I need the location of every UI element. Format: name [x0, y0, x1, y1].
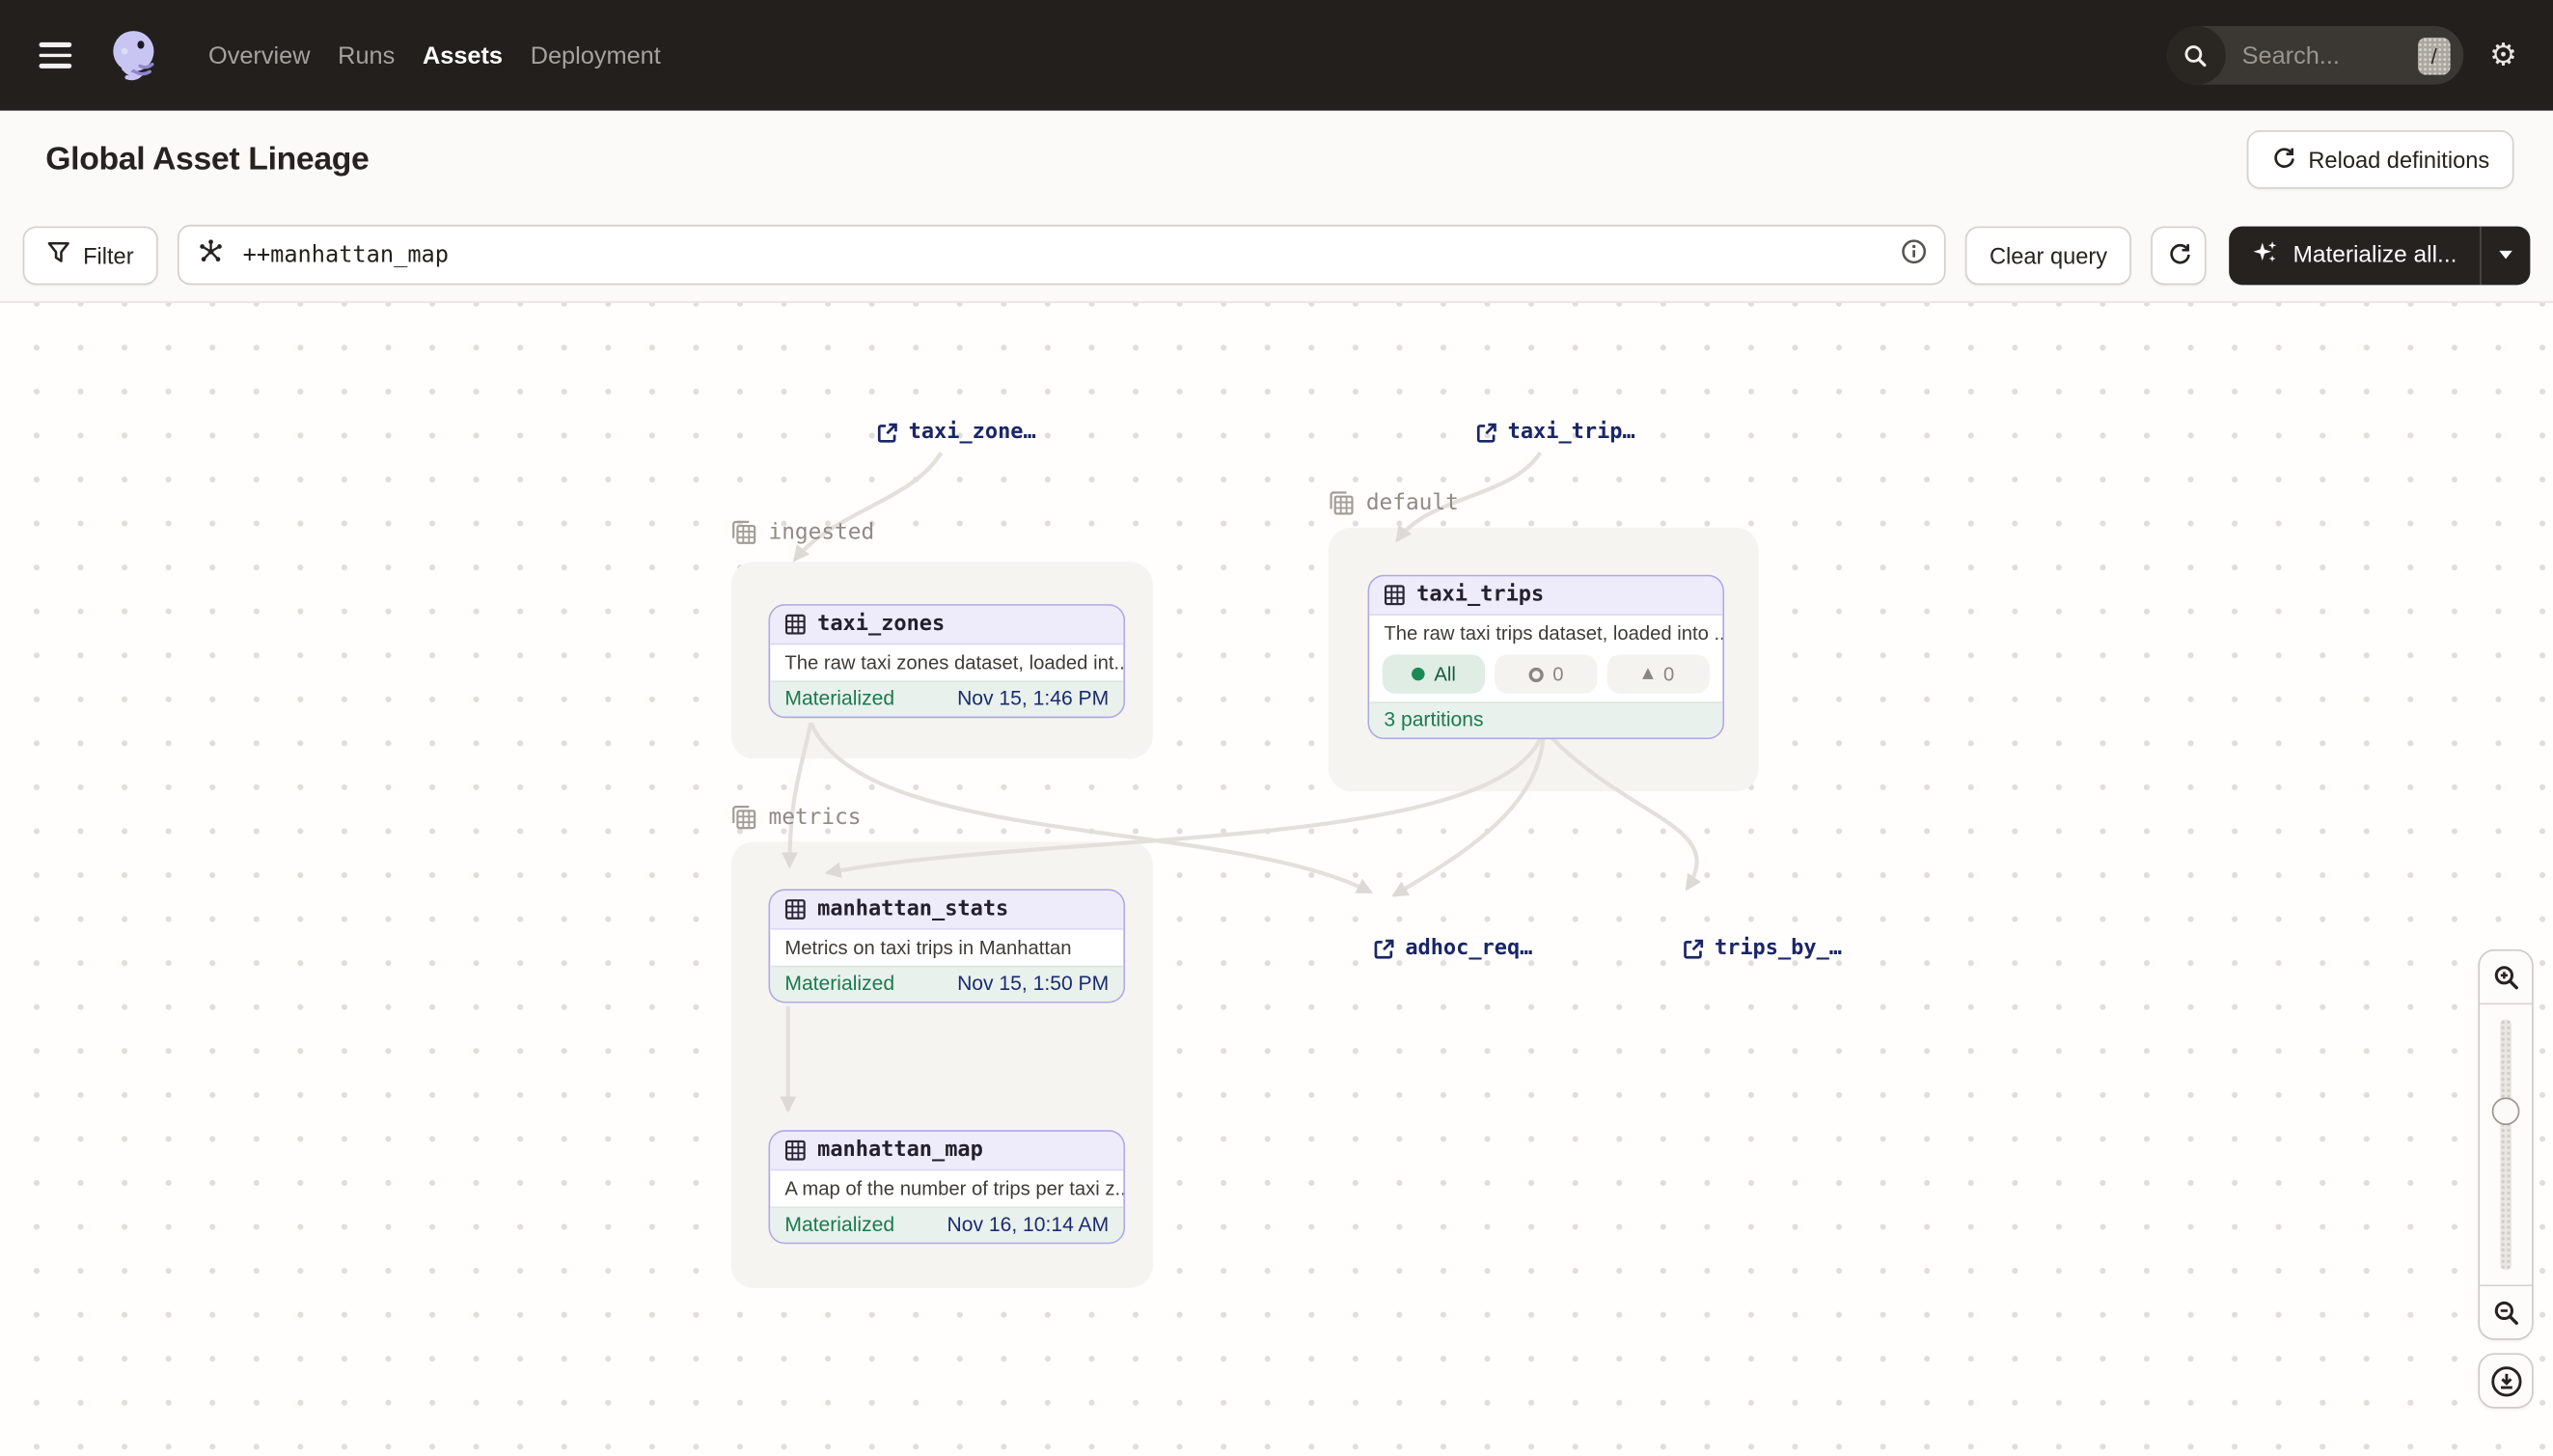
asset-node-taxi-trips[interactable]: taxi_trips The raw taxi trips dataset, l…: [1368, 575, 1725, 739]
chevron-down-icon: [2499, 251, 2512, 259]
table-icon: [784, 1140, 806, 1161]
table-icon: [784, 614, 806, 635]
refresh-graph-button[interactable]: [2152, 226, 2207, 285]
stacked-table-icon: [1329, 490, 1355, 516]
asset-description: Metrics on taxi trips in Manhattan: [770, 930, 1123, 966]
zoom-out-button[interactable]: [2480, 1286, 2532, 1338]
page-title: Global Asset Lineage: [45, 141, 369, 179]
group-label-metrics[interactable]: metrics: [731, 805, 862, 831]
zoom-slider-track[interactable]: [2500, 1019, 2512, 1270]
lineage-graph-canvas[interactable]: ingested default metrics taxi_zo: [0, 303, 2553, 1456]
reload-definitions-button[interactable]: Reload definitions: [2246, 130, 2513, 189]
search-input[interactable]: [2238, 40, 2395, 70]
asset-selection-input[interactable]: [178, 225, 1945, 285]
dagster-app: Overview Runs Assets Deployment / ⚙ Glob…: [0, 0, 2553, 1456]
asset-node-taxi-zones[interactable]: taxi_zones The raw taxi zones dataset, l…: [769, 604, 1126, 718]
nav-overview[interactable]: Overview: [208, 41, 310, 69]
external-link-icon: [876, 421, 899, 444]
group-label-ingested[interactable]: ingested: [731, 519, 875, 545]
materialize-options-dropdown[interactable]: [2480, 226, 2530, 285]
title-bar: Global Asset Lineage Reload definitions: [0, 111, 2553, 208]
materialization-timestamp: Nov 15, 1:46 PM: [957, 687, 1109, 710]
zoom-slider-handle[interactable]: [2492, 1097, 2520, 1125]
materialization-timestamp: Nov 15, 1:50 PM: [957, 972, 1109, 995]
success-dot-icon: [1412, 668, 1425, 681]
ring-icon: [1528, 667, 1543, 681]
asset-name: manhattan_map: [817, 1139, 983, 1163]
external-link-icon: [1475, 421, 1498, 444]
top-nav: Overview Runs Assets Deployment / ⚙: [0, 0, 2553, 111]
refresh-icon: [2167, 240, 2191, 269]
global-search[interactable]: /: [2167, 26, 2463, 85]
lineage-toolbar: Filter Clear query: [0, 208, 2553, 303]
stacked-table-icon: [731, 519, 757, 545]
asset-description: The raw taxi zones dataset, loaded int..…: [770, 645, 1123, 680]
partition-pill-all[interactable]: All: [1383, 654, 1485, 694]
zoom-in-button[interactable]: [2480, 951, 2532, 1003]
download-image-button[interactable]: [2478, 1353, 2533, 1408]
status-badge: Materialized: [784, 972, 894, 995]
asset-node-manhattan-map[interactable]: manhattan_map A map of the number of tri…: [769, 1130, 1126, 1244]
external-asset-link-taxi-zone[interactable]: taxi_zone…: [876, 420, 1036, 444]
materialization-timestamp: Nov 16, 10:14 AM: [947, 1213, 1109, 1236]
external-asset-link-trips-by[interactable]: trips_by_…: [1682, 936, 1842, 960]
menu-icon[interactable]: [40, 42, 72, 69]
nav-deployment[interactable]: Deployment: [531, 41, 661, 69]
partition-health-pills: All 0 ▲ 0: [1369, 651, 1722, 701]
dagster-logo-icon: [107, 28, 162, 83]
status-badge: Materialized: [784, 687, 894, 710]
download-circle-icon: [2488, 1363, 2522, 1397]
table-icon: [1384, 585, 1405, 606]
sparkle-icon: [2252, 238, 2278, 271]
group-label-default[interactable]: default: [1329, 490, 1459, 516]
asset-node-manhattan-stats[interactable]: manhattan_stats Metrics on taxi trips in…: [769, 889, 1126, 1003]
nav-assets[interactable]: Assets: [423, 41, 503, 69]
refresh-icon: [2271, 145, 2295, 174]
info-icon[interactable]: [1900, 237, 1928, 273]
asset-description: The raw taxi trips dataset, loaded into …: [1369, 616, 1722, 651]
materialize-all-split-button: Materialize all...: [2230, 226, 2531, 285]
table-icon: [784, 899, 806, 920]
status-badge: Materialized: [784, 1213, 894, 1236]
zoom-slider[interactable]: [2480, 1003, 2532, 1287]
triangle-icon: ▲: [1642, 667, 1654, 681]
zoom-out-icon: [2492, 1299, 2520, 1327]
nav-links: Overview Runs Assets Deployment: [208, 41, 661, 69]
search-shortcut-key: /: [2418, 37, 2451, 74]
external-link-icon: [1373, 937, 1396, 960]
asset-name: manhattan_stats: [817, 897, 1008, 921]
stacked-table-icon: [731, 805, 757, 831]
filter-funnel-icon: [47, 241, 70, 269]
zoom-controls: [2478, 949, 2533, 1409]
external-asset-link-adhoc-req[interactable]: adhoc_req…: [1373, 936, 1533, 960]
zoom-in-icon: [2492, 963, 2520, 991]
asset-description: A map of the number of trips per taxi z.…: [770, 1170, 1123, 1206]
external-link-icon: [1682, 937, 1705, 960]
op-selector-icon: [197, 237, 225, 273]
query-input[interactable]: [239, 240, 1885, 269]
materialize-all-button[interactable]: Materialize all...: [2230, 226, 2480, 285]
partition-pill-missing[interactable]: 0: [1495, 654, 1597, 694]
nav-runs[interactable]: Runs: [338, 41, 395, 69]
partition-pill-failed[interactable]: ▲ 0: [1607, 654, 1710, 694]
filter-button[interactable]: Filter: [23, 226, 158, 285]
settings-gear-icon[interactable]: ⚙: [2489, 40, 2517, 70]
clear-query-button[interactable]: Clear query: [1965, 226, 2132, 285]
external-asset-link-taxi-trip[interactable]: taxi_trip…: [1475, 420, 1635, 444]
asset-name: taxi_zones: [817, 613, 945, 637]
partitions-count: 3 partitions: [1384, 708, 1483, 731]
asset-name: taxi_trips: [1416, 583, 1544, 607]
search-icon: [2167, 26, 2226, 85]
lineage-edges: [0, 303, 2553, 1456]
